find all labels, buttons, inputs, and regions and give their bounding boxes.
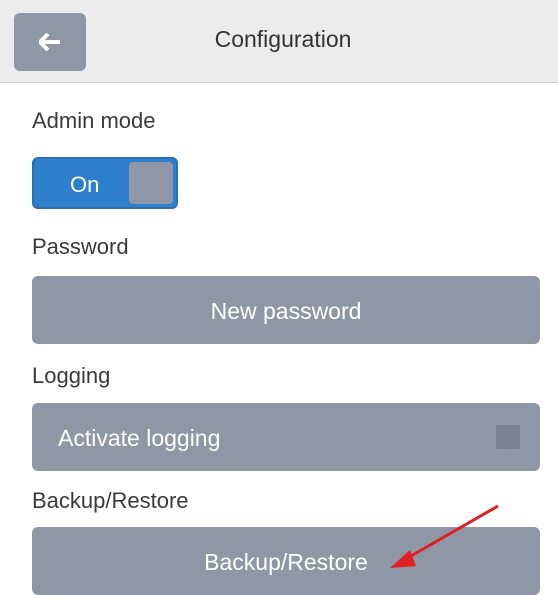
- logging-label: Logging: [32, 363, 111, 388]
- backup-restore-button[interactable]: Backup/Restore: [32, 527, 540, 595]
- backup-restore-button-label: Backup/Restore: [204, 549, 368, 575]
- activate-logging-button[interactable]: Activate logging: [32, 403, 540, 471]
- admin-mode-label: Admin mode: [32, 108, 156, 133]
- password-label: Password: [32, 234, 129, 259]
- toggle-knob: [129, 162, 173, 204]
- header-bar: Configuration: [0, 0, 558, 83]
- admin-mode-toggle[interactable]: On: [32, 157, 178, 209]
- logging-checkbox[interactable]: [496, 425, 520, 449]
- backup-restore-label: Backup/Restore: [32, 488, 189, 513]
- toggle-on-label: On: [70, 172, 100, 197]
- new-password-button[interactable]: New password: [32, 276, 540, 344]
- page-title: Configuration: [214, 26, 352, 52]
- activate-logging-button-label: Activate logging: [58, 425, 221, 451]
- new-password-button-label: New password: [210, 298, 362, 324]
